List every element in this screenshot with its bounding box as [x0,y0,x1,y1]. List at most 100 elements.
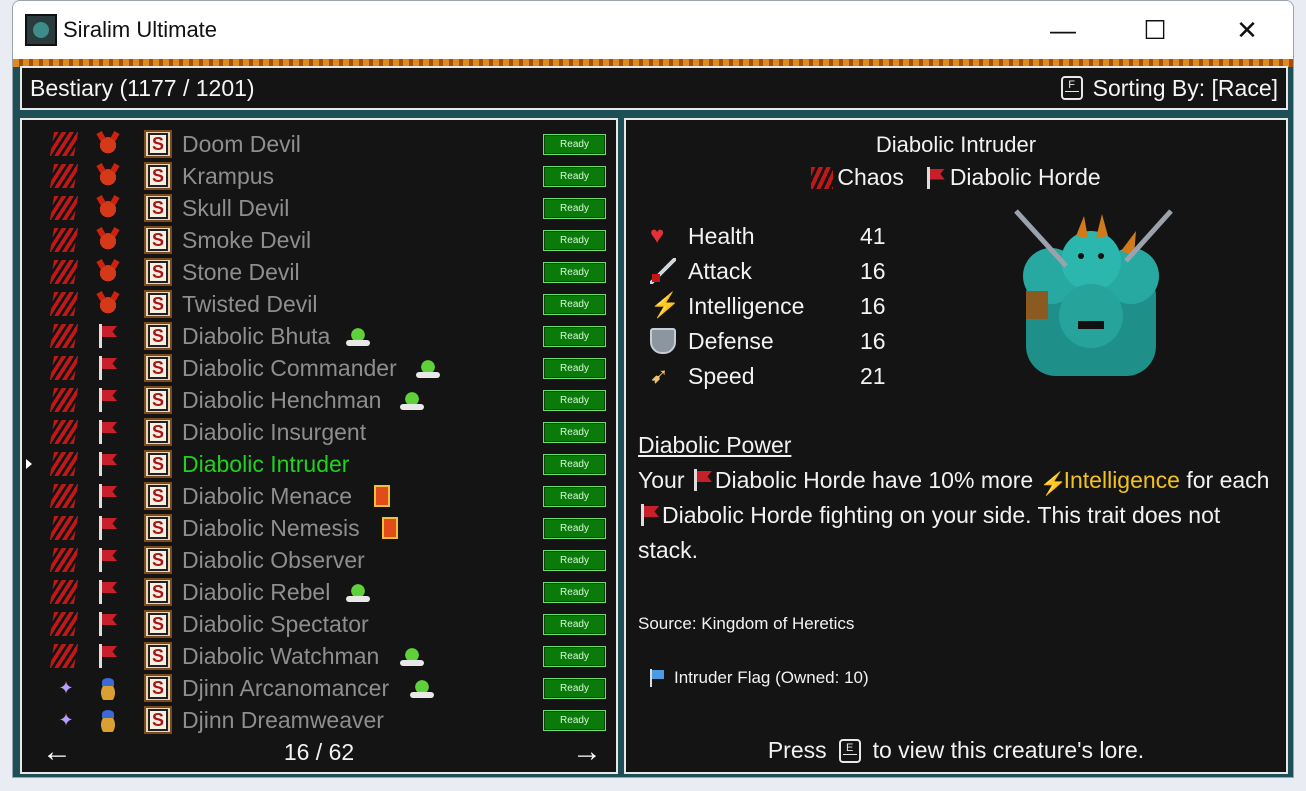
sword-icon [650,258,676,284]
ready-button[interactable]: Ready [543,581,606,603]
ready-button[interactable]: Ready [543,293,606,315]
creature-row[interactable]: S Diabolic Henchman Ready [22,384,616,416]
spell-gem-icon: S [144,354,172,382]
devil-race-icon [96,260,120,284]
diabolic-horde-flag-icon [690,469,713,491]
diabolic-horde-flag-icon [96,516,120,540]
lore-text: to view this creature's lore. [872,737,1145,763]
diabolic-horde-flag-icon [96,388,120,412]
ready-button[interactable]: Ready [543,709,606,731]
devil-race-icon [96,228,120,252]
goblin-badge-icon [400,390,424,410]
creature-name: Djinn Arcanomancer [182,674,390,701]
creature-row[interactable]: S Diabolic Bhuta Ready [22,320,616,352]
creature-row[interactable]: S Diabolic Rebel Ready [22,576,616,608]
creature-row[interactable]: S Diabolic Nemesis Ready [22,512,616,544]
ready-button[interactable]: Ready [543,357,606,379]
spell-gem-icon: S [144,578,172,606]
creature-name: Stone Devil [182,258,300,285]
spell-gem-icon: S [144,482,172,510]
creature-row[interactable]: S Diabolic Menace Ready [22,480,616,512]
intruder-flag-icon [648,669,666,687]
spell-gem-icon: S [144,642,172,670]
ready-button[interactable]: Ready [543,229,606,251]
creature-detail-panel: Diabolic Intruder Chaos Diabolic Horde ♥… [624,118,1288,774]
ready-button[interactable]: Ready [543,389,606,411]
chaos-icon [49,452,79,476]
shield-icon [650,328,676,354]
creature-name: Krampus [182,162,275,189]
close-button[interactable]: ✕ [1201,1,1293,59]
stat-value: 21 [860,362,886,389]
creature-name: Diabolic Commander [182,354,397,381]
ready-button[interactable]: Ready [543,517,606,539]
item-label: Intruder Flag (Owned: 10) [674,668,869,687]
goblin-badge-icon [416,358,440,378]
race-label: Diabolic Horde [949,164,1101,190]
ready-button[interactable]: Ready [543,549,606,571]
trait-title: Diabolic Power [638,432,792,458]
creature-row[interactable]: S Diabolic Watchman Ready [22,640,616,672]
spell-gem-icon: S [144,706,172,734]
ready-button[interactable]: Ready [543,325,606,347]
heart-icon: ♥ [650,222,665,249]
creature-row[interactable]: S Stone Devil Ready [22,256,616,288]
chaos-icon [49,516,79,540]
sorcery-icon: ✦ [58,710,74,730]
sort-label: Sorting By: [Race] [1092,74,1278,101]
creature-row[interactable]: S Krampus Ready [22,160,616,192]
ready-button[interactable]: Ready [543,421,606,443]
trait-race-1: Diabolic Horde [714,467,866,493]
chaos-icon [49,580,79,604]
goblin-badge-icon [346,582,370,602]
creature-row[interactable]: S Diabolic Spectator Ready [22,608,616,640]
creature-row[interactable]: S Twisted Devil Ready [22,288,616,320]
sort-control[interactable]: F Sorting By: [Race] [1060,74,1278,102]
creature-name: Diabolic Observer [182,546,365,573]
ready-button[interactable]: Ready [543,453,606,475]
creature-row[interactable]: S Doom Devil Ready [22,128,616,160]
ready-button[interactable]: Ready [543,613,606,635]
creature-row[interactable]: S Skull Devil Ready [22,192,616,224]
e-key-icon[interactable]: E [838,738,861,763]
creature-row[interactable]: ✦ S Djinn Arcanomancer Ready [22,672,616,704]
creature-tags: Chaos Diabolic Horde [626,164,1286,191]
creature-row[interactable]: S Smoke Devil Ready [22,224,616,256]
ready-button[interactable]: Ready [543,485,606,507]
creature-row[interactable]: S Diabolic Commander Ready [22,352,616,384]
ready-button[interactable]: Ready [543,197,606,219]
creature-row[interactable]: S Diabolic Insurgent Ready [22,416,616,448]
prev-page-arrow[interactable]: ← [42,732,72,772]
ready-button[interactable]: Ready [543,133,606,155]
chaos-icon [49,228,79,252]
creature-row[interactable]: S Diabolic Observer Ready [22,544,616,576]
chaos-icon [49,548,79,572]
creature-name: Diabolic Watchman [182,642,380,669]
lore-prompt: Press E to view this creature's lore. [626,737,1286,764]
creature-source: Source: Kingdom of Heretics [638,614,855,633]
creature-row[interactable]: S Diabolic Intruder Ready [22,448,616,480]
creature-item: Intruder Flag (Owned: 10) [648,668,869,688]
spell-gem-icon: S [144,194,172,222]
spell-gem-icon: S [144,322,172,350]
ready-button[interactable]: Ready [543,645,606,667]
stat-value: 16 [860,257,886,284]
next-page-arrow[interactable]: → [572,732,602,772]
minimize-button[interactable]: — [1017,1,1109,59]
diabolic-horde-flag-icon [96,580,120,604]
maximize-button[interactable]: ☐ [1109,1,1201,59]
creature-name: Diabolic Bhuta [182,322,331,349]
devil-race-icon [96,196,120,220]
trait-text-1: Your [638,467,691,493]
ready-button[interactable]: Ready [543,165,606,187]
ready-button[interactable]: Ready [543,261,606,283]
chaos-icon [49,356,79,380]
chaos-icon [49,292,79,316]
chaos-icon [811,166,834,189]
diabolic-horde-flag-icon [96,420,120,444]
chaos-icon [49,260,79,284]
card-badge-icon [374,485,390,507]
stat-label: Defense [688,327,774,354]
ready-button[interactable]: Ready [543,677,606,699]
pagination: ← 16 / 62 → [22,732,616,772]
